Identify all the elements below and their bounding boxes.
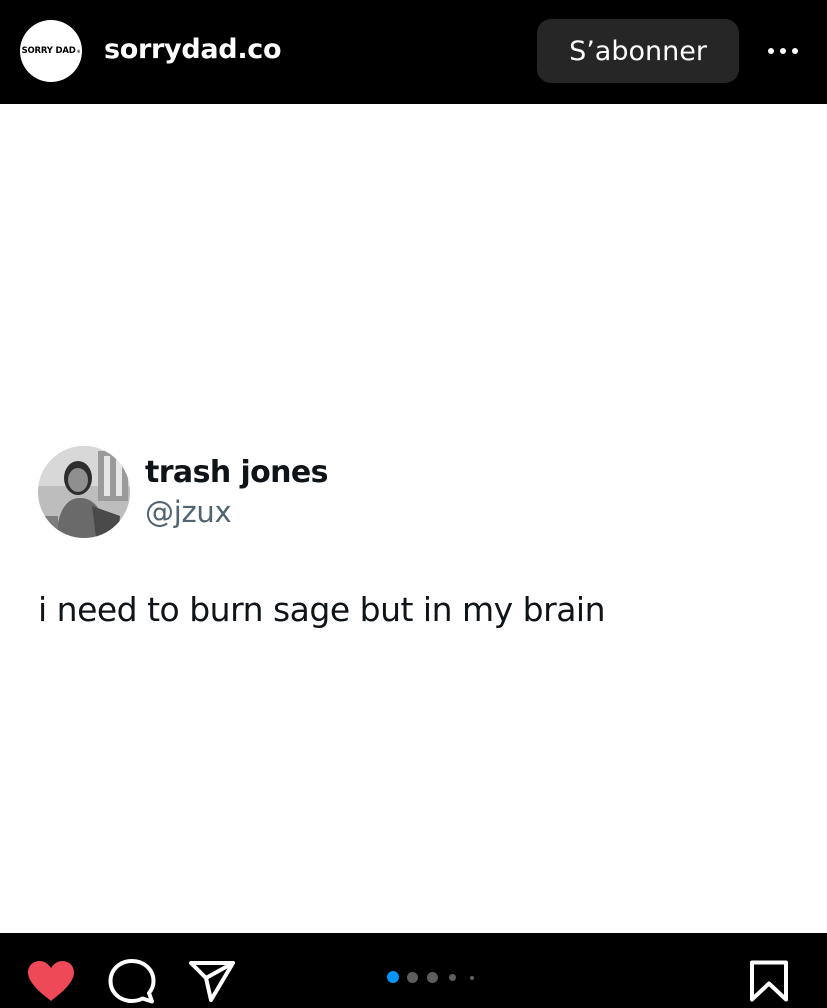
- carousel-dot: [470, 976, 474, 980]
- post-view: SORRY DAD ® sorrydad.co S’abonner trash j…: [0, 0, 827, 1008]
- carousel-dot: [449, 974, 456, 981]
- tweet-text: i need to burn sage but in my brain: [38, 590, 606, 629]
- more-dot: [768, 48, 774, 54]
- account-username[interactable]: sorrydad.co: [104, 34, 282, 65]
- post-header: SORRY DAD ® sorrydad.co S’abonner: [0, 0, 827, 104]
- comment-icon[interactable]: [108, 958, 156, 1004]
- more-dot: [780, 48, 786, 54]
- heart-filled-icon[interactable]: [26, 959, 76, 1003]
- logo-text: SORRY DAD: [21, 46, 76, 56]
- avatar-photo: [38, 446, 130, 538]
- tweet-author-avatar: [38, 446, 130, 538]
- more-dot: [792, 48, 798, 54]
- follow-button[interactable]: S’abonner: [537, 19, 739, 83]
- registered-mark: ®: [76, 48, 81, 54]
- carousel-dot: [427, 972, 438, 983]
- more-options-icon[interactable]: [760, 35, 806, 67]
- account-avatar[interactable]: SORRY DAD ®: [20, 20, 82, 82]
- tweet-display-name: trash jones: [145, 455, 329, 490]
- bookmark-icon[interactable]: [749, 960, 789, 1002]
- send-icon[interactable]: [188, 960, 236, 1002]
- carousel-dot: [407, 972, 418, 983]
- tweet-handle: @jzux: [145, 495, 232, 529]
- carousel-dot-active: [387, 971, 399, 983]
- carousel-indicator: [385, 970, 477, 984]
